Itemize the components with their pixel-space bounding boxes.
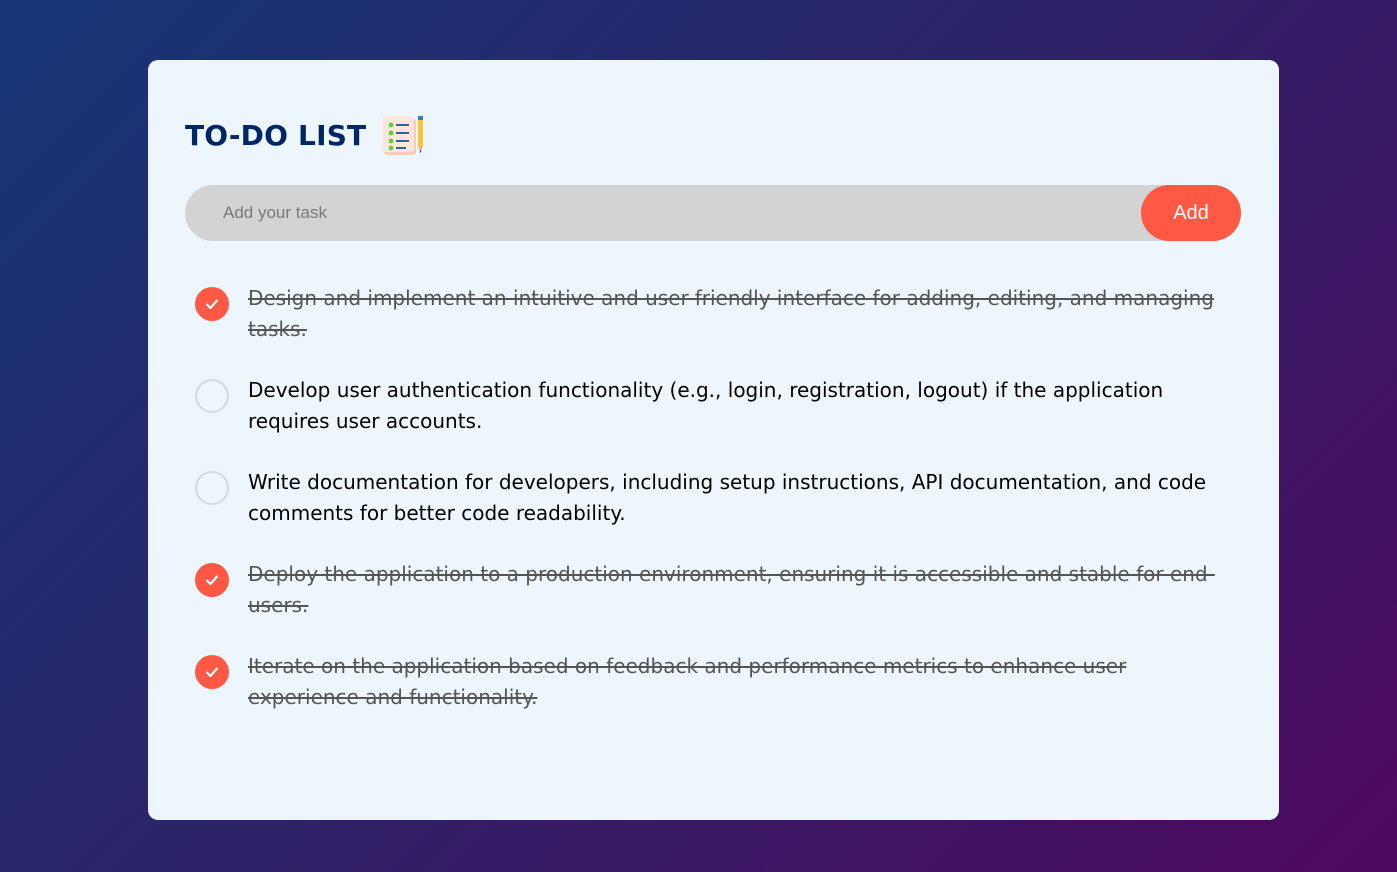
checked-circle-icon[interactable] — [195, 655, 229, 689]
task-item[interactable]: Develop user authentication functionalit… — [185, 377, 1241, 439]
task-text: Design and implement an intuitive and us… — [248, 286, 1214, 341]
task-list: Design and implement an intuitive and us… — [185, 285, 1241, 715]
checkmark-icon — [205, 575, 219, 586]
task-input[interactable] — [185, 185, 1141, 241]
todo-card: TO-DO LIST Add Design and im — [148, 60, 1279, 820]
task-text: Iterate on the application based on feed… — [248, 654, 1127, 709]
task-item[interactable]: Write documentation for developers, incl… — [185, 469, 1241, 531]
unchecked-circle-icon[interactable] — [195, 471, 229, 505]
checkmark-icon — [205, 299, 219, 310]
checkmark-icon — [205, 667, 219, 678]
task-item[interactable]: Iterate on the application based on feed… — [185, 653, 1241, 715]
notepad-checklist-icon — [380, 113, 428, 157]
header: TO-DO LIST — [185, 112, 1241, 158]
task-text: Deploy the application to a production e… — [248, 562, 1215, 617]
task-item[interactable]: Deploy the application to a production e… — [185, 561, 1241, 623]
task-text: Develop user authentication functionalit… — [248, 378, 1164, 433]
page-title: TO-DO LIST — [185, 118, 367, 152]
task-text: Write documentation for developers, incl… — [248, 470, 1207, 525]
unchecked-circle-icon[interactable] — [195, 379, 229, 413]
add-button[interactable]: Add — [1141, 185, 1241, 241]
checked-circle-icon[interactable] — [195, 287, 229, 321]
checked-circle-icon[interactable] — [195, 563, 229, 597]
task-item[interactable]: Design and implement an intuitive and us… — [185, 285, 1241, 347]
task-input-row: Add — [185, 185, 1241, 241]
